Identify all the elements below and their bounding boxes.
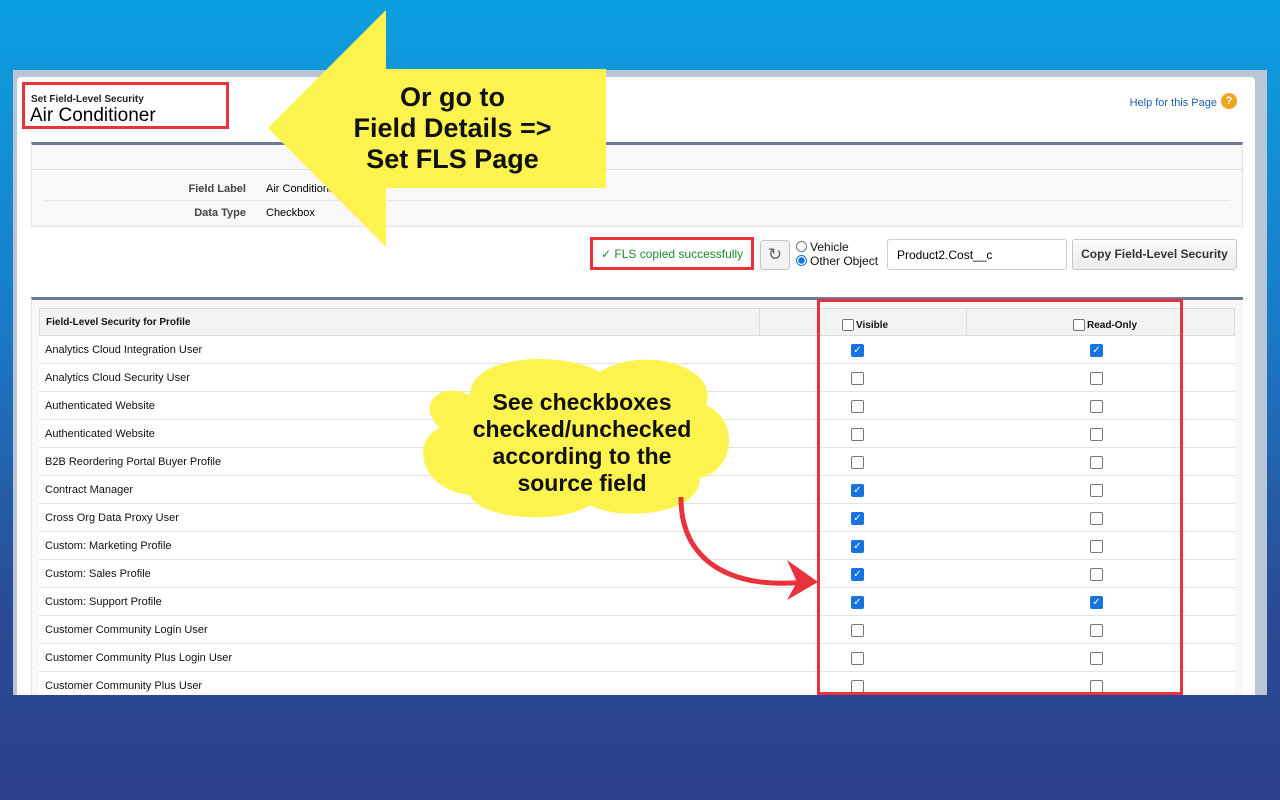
callout-line: according to the xyxy=(492,443,672,469)
callout-line: See checkboxes xyxy=(492,389,672,415)
callout-line: checked/unchecked xyxy=(472,416,692,442)
curved-arrow-head xyxy=(787,560,818,600)
cloud-callout-text: See checkboxes checked/unchecked accordi… xyxy=(432,389,732,497)
curved-arrow-line xyxy=(678,496,806,586)
callout-line: Set FLS Page xyxy=(366,144,539,174)
callout-line: Or go to xyxy=(400,82,505,112)
callout-line: Field Details => xyxy=(353,113,552,143)
callout-line: source field xyxy=(517,470,647,496)
arrow-callout-text: Or go to Field Details => Set FLS Page xyxy=(320,82,585,175)
